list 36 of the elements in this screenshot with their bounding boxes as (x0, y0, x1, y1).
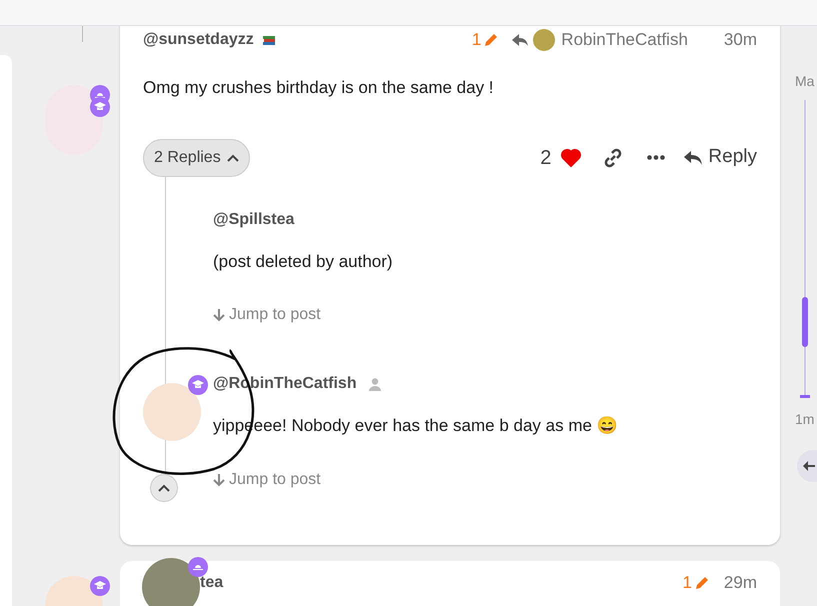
down-arrow-icon (213, 472, 225, 486)
post-body: Omg my crushes birthday is on the same day ! (143, 77, 495, 99)
author-name[interactable]: @Spillstea (213, 208, 294, 232)
user-icon (368, 378, 381, 390)
chevron-icon (158, 484, 170, 492)
author-name[interactable]: tea (200, 571, 224, 595)
more-icon[interactable] (647, 155, 666, 160)
timeline-start-label: Ma (795, 72, 814, 91)
collapse-button[interactable] (150, 474, 178, 502)
link-icon[interactable] (603, 148, 624, 168)
reply-button[interactable]: Reply (683, 143, 757, 172)
back-button[interactable] (797, 450, 817, 482)
avatar (533, 29, 556, 51)
reply-arrow-icon (683, 150, 704, 166)
author-name[interactable]: @sunsetdayzz (143, 28, 254, 52)
reply-to-user[interactable]: RobinTheCatfish (561, 27, 688, 53)
replies-toggle[interactable]: 2 Replies (143, 138, 250, 176)
avatar (45, 85, 103, 155)
reply-body: (post deleted by author) (213, 250, 394, 272)
left-arrow-icon (803, 461, 815, 471)
pencil-icon (694, 575, 710, 591)
timeline-scrubber-drawing[interactable] (800, 100, 810, 400)
down-arrow-icon (213, 308, 225, 322)
timeline-end-label: 1m (795, 410, 814, 429)
post-time: 29m (724, 572, 757, 594)
graduation-cap-badge-icon (90, 576, 110, 596)
books-icon (262, 33, 276, 47)
pencil-icon (483, 32, 500, 48)
jump-to-post-link[interactable]: Jump to post (213, 303, 765, 327)
reply-arrow-icon (511, 33, 530, 47)
heart-icon[interactable] (561, 148, 582, 166)
jump-to-post-link[interactable]: Jump to post (213, 468, 765, 492)
graduation-cap-badge-icon (188, 375, 208, 395)
chevron-icon (226, 154, 239, 162)
like-count: 2 (540, 146, 552, 170)
post-time: 30m (724, 29, 757, 52)
